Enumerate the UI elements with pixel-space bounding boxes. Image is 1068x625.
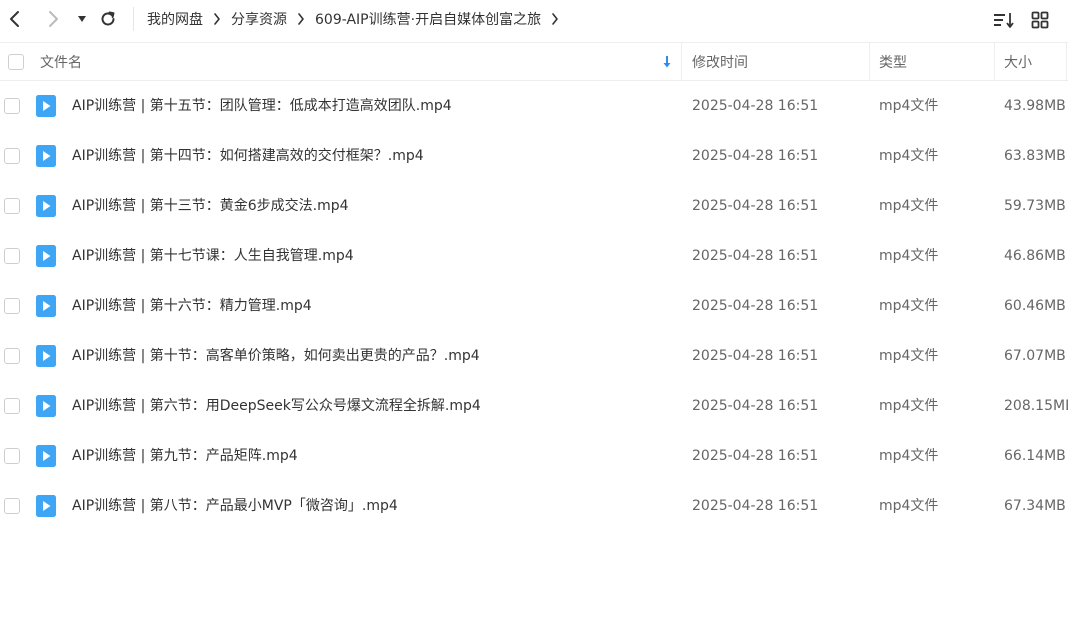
video-file-icon	[36, 195, 56, 217]
file-size: 59.73MB	[1004, 198, 1066, 214]
file-size: 46.86MB	[1004, 248, 1066, 264]
row-checkbox[interactable]	[4, 148, 20, 164]
row-checkbox[interactable]	[4, 298, 20, 314]
row-checkbox[interactable]	[4, 498, 20, 514]
video-file-icon	[36, 395, 56, 417]
grid-view-icon	[1031, 11, 1049, 29]
file-size: 67.07MB	[1004, 348, 1066, 364]
file-row[interactable]: AIP训练营 | 第十七节课：人生自我管理.mp4 2025-04-28 16:…	[0, 231, 1068, 281]
file-name[interactable]: AIP训练营 | 第九节：产品矩阵.mp4	[72, 431, 298, 481]
file-modified-date: 2025-04-28 16:51	[692, 98, 819, 114]
video-file-icon	[36, 145, 56, 167]
video-file-icon	[36, 495, 56, 517]
header-type[interactable]: 类型	[879, 43, 907, 80]
file-row[interactable]: AIP训练营 | 第十四节：如何搭建高效的交付框架？.mp4 2025-04-2…	[0, 131, 1068, 181]
column-divider[interactable]	[994, 43, 995, 80]
header-name[interactable]: 文件名	[40, 43, 82, 80]
refresh-icon	[101, 11, 115, 26]
sort-button[interactable]	[993, 9, 1015, 31]
breadcrumb-item-current-folder[interactable]: 609-AIP训练营·开启自媒体创富之旅	[315, 9, 541, 29]
file-row[interactable]: AIP训练营 | 第八节：产品最小MVP「微咨询」.mp4 2025-04-28…	[0, 481, 1068, 531]
row-checkbox[interactable]	[4, 348, 20, 364]
breadcrumb-item-my-drive[interactable]: 我的网盘	[147, 9, 203, 29]
file-row[interactable]: AIP训练营 | 第十五节：团队管理：低成本打造高效团队.mp4 2025-04…	[0, 81, 1068, 131]
file-modified-date: 2025-04-28 16:51	[692, 348, 819, 364]
header-size[interactable]: 大小	[1004, 43, 1032, 80]
file-modified-date: 2025-04-28 16:51	[692, 448, 819, 464]
caret-down-icon	[78, 16, 86, 22]
table-header: 文件名 修改时间 类型 大小	[0, 42, 1068, 81]
file-name[interactable]: AIP训练营 | 第十六节：精力管理.mp4	[72, 281, 312, 331]
row-checkbox[interactable]	[4, 398, 20, 414]
refresh-button[interactable]	[97, 8, 119, 30]
file-name[interactable]: AIP训练营 | 第十七节课：人生自我管理.mp4	[72, 231, 354, 281]
file-row[interactable]: AIP训练营 | 第六节：用DeepSeek写公众号爆文流程全拆解.mp4 20…	[0, 381, 1068, 431]
file-row[interactable]: AIP训练营 | 第九节：产品矩阵.mp4 2025-04-28 16:51 m…	[0, 431, 1068, 481]
column-divider[interactable]	[1066, 43, 1067, 80]
file-type: mp4文件	[879, 98, 939, 114]
row-checkbox[interactable]	[4, 248, 20, 264]
sort-desc-icon[interactable]	[662, 43, 672, 80]
file-name[interactable]: AIP训练营 | 第十节：高客单价策略，如何卖出更贵的产品？.mp4	[72, 331, 480, 381]
file-size: 60.46MB	[1004, 298, 1066, 314]
chevron-right-icon	[213, 13, 221, 25]
chevron-left-icon	[10, 11, 19, 27]
row-checkbox[interactable]	[4, 448, 20, 464]
file-type: mp4文件	[879, 198, 939, 214]
file-modified-date: 2025-04-28 16:51	[692, 198, 819, 214]
chevron-right-icon	[49, 11, 58, 27]
file-modified-date: 2025-04-28 16:51	[692, 148, 819, 164]
forward-button[interactable]	[42, 8, 64, 30]
breadcrumb-item-shared[interactable]: 分享资源	[231, 9, 287, 29]
breadcrumb: 我的网盘 分享资源 609-AIP训练营·开启自媒体创富之旅	[147, 0, 569, 38]
file-type: mp4文件	[879, 148, 939, 164]
file-type: mp4文件	[879, 398, 939, 414]
file-type: mp4文件	[879, 448, 939, 464]
video-file-icon	[36, 245, 56, 267]
video-file-icon	[36, 295, 56, 317]
file-modified-date: 2025-04-28 16:51	[692, 298, 819, 314]
toolbar: 我的网盘 分享资源 609-AIP训练营·开启自媒体创富之旅	[0, 0, 1068, 38]
file-name[interactable]: AIP训练营 | 第十四节：如何搭建高效的交付框架？.mp4	[72, 131, 424, 181]
grid-view-button[interactable]	[1029, 9, 1051, 31]
file-row[interactable]: AIP训练营 | 第十节：高客单价策略，如何卖出更贵的产品？.mp4 2025-…	[0, 331, 1068, 381]
file-type: mp4文件	[879, 248, 939, 264]
row-checkbox[interactable]	[4, 98, 20, 114]
chevron-right-icon[interactable]	[551, 13, 559, 25]
video-file-icon	[36, 445, 56, 467]
file-row[interactable]: AIP训练营 | 第十六节：精力管理.mp4 2025-04-28 16:51 …	[0, 281, 1068, 331]
file-modified-date: 2025-04-28 16:51	[692, 498, 819, 514]
video-file-icon	[36, 95, 56, 117]
file-name[interactable]: AIP训练营 | 第八节：产品最小MVP「微咨询」.mp4	[72, 481, 398, 531]
select-all-checkbox[interactable]	[8, 43, 24, 80]
file-name[interactable]: AIP训练营 | 第十五节：团队管理：低成本打造高效团队.mp4	[72, 81, 452, 131]
back-button[interactable]	[4, 8, 26, 30]
file-size: 43.98MB	[1004, 98, 1066, 114]
file-size: 63.83MB	[1004, 148, 1066, 164]
sort-list-icon	[994, 13, 1014, 28]
row-checkbox[interactable]	[4, 198, 20, 214]
history-dropdown-button[interactable]	[71, 8, 93, 30]
file-size: 208.15MB	[1004, 398, 1068, 414]
file-name[interactable]: AIP训练营 | 第十三节：黄金6步成交法.mp4	[72, 181, 349, 231]
header-modified[interactable]: 修改时间	[692, 43, 748, 80]
file-name[interactable]: AIP训练营 | 第六节：用DeepSeek写公众号爆文流程全拆解.mp4	[72, 381, 481, 431]
file-type: mp4文件	[879, 498, 939, 514]
file-size: 67.34MB	[1004, 498, 1066, 514]
video-file-icon	[36, 345, 56, 367]
file-modified-date: 2025-04-28 16:51	[692, 248, 819, 264]
file-type: mp4文件	[879, 298, 939, 314]
toolbar-divider	[133, 7, 134, 31]
file-size: 66.14MB	[1004, 448, 1066, 464]
file-row[interactable]: AIP训练营 | 第十三节：黄金6步成交法.mp4 2025-04-28 16:…	[0, 181, 1068, 231]
chevron-right-icon	[297, 13, 305, 25]
file-list: AIP训练营 | 第十五节：团队管理：低成本打造高效团队.mp4 2025-04…	[0, 81, 1068, 531]
file-modified-date: 2025-04-28 16:51	[692, 398, 819, 414]
checkbox-box	[8, 53, 24, 70]
file-type: mp4文件	[879, 348, 939, 364]
column-divider[interactable]	[869, 43, 870, 80]
column-divider[interactable]	[681, 43, 682, 80]
